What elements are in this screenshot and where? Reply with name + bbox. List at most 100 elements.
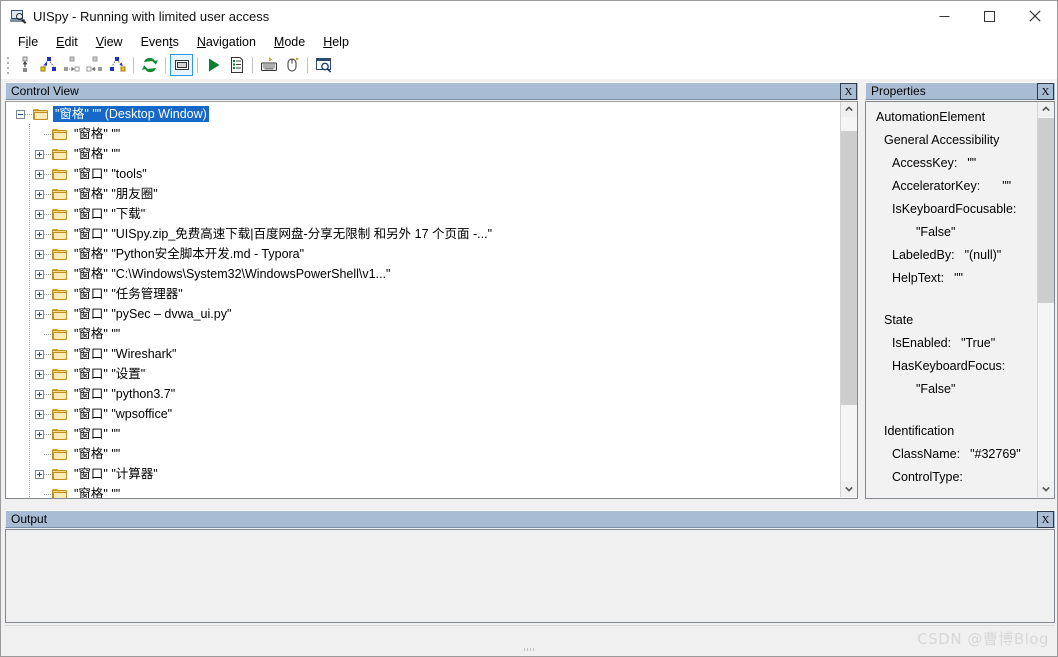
menu-mode[interactable]: Mode: [265, 34, 314, 50]
properties-vertical-scrollbar[interactable]: [1037, 102, 1054, 497]
toolbar-grip[interactable]: [5, 56, 12, 74]
expand-node-icon[interactable]: [35, 149, 44, 159]
expand-node-icon[interactable]: [35, 169, 44, 179]
property-value: "": [954, 270, 963, 285]
navigate-ancestor-button[interactable]: [37, 54, 60, 76]
expand-node-icon[interactable]: [35, 189, 44, 199]
properties-body[interactable]: AutomationElement General Accessibility Ac…: [865, 101, 1055, 499]
expand-node-icon[interactable]: [35, 409, 44, 419]
expand-node-icon[interactable]: [35, 289, 44, 299]
control-view-tree[interactable]: "窗格" "" (Desktop Window) "窗格" "" "窗格" "" "窗…: [5, 101, 858, 499]
tree-scroll-up-button[interactable]: [841, 102, 857, 117]
property-row[interactable]: ControlType:: [866, 465, 1036, 488]
property-row[interactable]: General Accessibility: [866, 128, 1036, 151]
tree-node[interactable]: "窗口" "": [6, 424, 841, 444]
tree-node[interactable]: "窗口" "计算器": [6, 464, 841, 484]
tree-node[interactable]: "窗格" "": [6, 484, 841, 498]
tree-node[interactable]: "窗口" "pySec – dvwa_ui.py": [6, 304, 841, 324]
navigate-previous-sibling-button[interactable]: [60, 54, 83, 76]
menu-edit[interactable]: Edit: [47, 34, 87, 50]
property-row[interactable]: HelpText: "": [866, 266, 1036, 289]
mouse-hover-tracking-button[interactable]: [280, 54, 303, 76]
properties-close-button[interactable]: X: [1037, 83, 1054, 100]
expand-node-icon[interactable]: [35, 429, 44, 439]
output-close-button[interactable]: X: [1037, 511, 1054, 528]
tree-node[interactable]: "窗口" "tools": [6, 164, 841, 184]
tree-node[interactable]: "窗口" "下载": [6, 204, 841, 224]
tree-node-label: "窗口" "": [74, 427, 121, 441]
select-parent-button[interactable]: [14, 54, 37, 76]
menu-view[interactable]: View: [87, 34, 132, 50]
tree-vertical-scrollbar[interactable]: [840, 102, 857, 497]
property-row[interactable]: State: [866, 308, 1036, 331]
property-row[interactable]: IsKeyboardFocusable:: [866, 197, 1036, 220]
tree-node[interactable]: "窗格" "": [6, 444, 841, 464]
properties-panel: Properties X AutomationElement General Ac…: [865, 82, 1055, 501]
property-row[interactable]: HasKeyboardFocus:: [866, 354, 1036, 377]
refresh-button[interactable]: [138, 54, 161, 76]
menu-navigation[interactable]: Navigation: [188, 34, 265, 50]
tree-guide-line: [29, 144, 30, 164]
maximize-button[interactable]: [967, 1, 1012, 31]
tree-node[interactable]: "窗口" "任务管理器": [6, 284, 841, 304]
property-row[interactable]: LabeledBy: "(null)": [866, 243, 1036, 266]
navigate-next-sibling-button[interactable]: [83, 54, 106, 76]
expand-node-icon[interactable]: [35, 349, 44, 359]
menu-events[interactable]: Events: [132, 34, 188, 50]
tree-node[interactable]: "窗口" "wpsoffice": [6, 404, 841, 424]
expand-node-icon[interactable]: [35, 209, 44, 219]
expand-node-icon[interactable]: [35, 389, 44, 399]
property-row[interactable]: "False": [866, 220, 1036, 243]
control-view-close-button[interactable]: X: [840, 83, 857, 100]
tree-node[interactable]: "窗格" "": [6, 124, 841, 144]
menu-file[interactable]: File: [9, 34, 47, 50]
properties-scroll-thumb[interactable]: [1038, 118, 1054, 303]
property-row[interactable]: ClassName: "#32769": [866, 442, 1036, 465]
properties-list-button[interactable]: [225, 54, 248, 76]
properties-scroll-down-button[interactable]: [1038, 481, 1054, 497]
find-element-button[interactable]: [312, 54, 335, 76]
tree-node-label: "窗格" "": [74, 327, 121, 341]
tree-node[interactable]: "窗口" "设置": [6, 364, 841, 384]
tree-node[interactable]: "窗格" "C:\Windows\System32\WindowsPowerSh…: [6, 264, 841, 284]
tree-node[interactable]: "窗口" "python3.7": [6, 384, 841, 404]
tree-node[interactable]: "窗格" "": [6, 324, 841, 344]
expand-node-icon[interactable]: [35, 249, 44, 259]
minimize-button[interactable]: [922, 1, 967, 31]
property-row[interactable]: IsEnabled: "True": [866, 331, 1036, 354]
tree-node[interactable]: "窗格" "朋友圈": [6, 184, 841, 204]
expand-node-icon[interactable]: [35, 369, 44, 379]
expand-node-icon[interactable]: [35, 469, 44, 479]
property-row[interactable]: AcceleratorKey: "": [866, 174, 1036, 197]
tree-guide-line: [29, 264, 30, 284]
tree-node[interactable]: "窗格" "" (Desktop Window): [6, 104, 841, 124]
tree-node[interactable]: "窗格" "Python安全脚本开发.md - Typora": [6, 244, 841, 264]
close-button[interactable]: [1012, 1, 1057, 31]
menu-help[interactable]: Help: [314, 34, 358, 50]
highlight-element-button[interactable]: [170, 54, 193, 76]
properties-scroll-up-button[interactable]: [1038, 102, 1054, 117]
property-value: "(null)": [964, 247, 1002, 262]
tree-node-label: "窗口" "Wireshark": [74, 347, 177, 361]
tree-scroll-thumb[interactable]: [841, 131, 857, 405]
tree-node[interactable]: "窗格" "": [6, 144, 841, 164]
expand-node-icon[interactable]: [35, 229, 44, 239]
collapse-node-icon[interactable]: [16, 109, 25, 119]
tree-connector: [44, 253, 52, 255]
expand-node-icon[interactable]: [35, 269, 44, 279]
property-row[interactable]: Identification: [866, 419, 1036, 442]
navigate-descendant-button[interactable]: [106, 54, 129, 76]
property-row[interactable]: AccessKey: "": [866, 151, 1036, 174]
tree-node[interactable]: "窗口" "UISpy.zip_免费高速下载|百度网盘-分享无限制 和另外 17…: [6, 224, 841, 244]
property-row[interactable]: "False": [866, 377, 1036, 400]
resize-grip[interactable]: [524, 648, 536, 651]
output-body[interactable]: [5, 529, 1055, 623]
run-button[interactable]: [202, 54, 225, 76]
expand-node-icon[interactable]: [35, 309, 44, 319]
tree-node[interactable]: "窗口" "Wireshark": [6, 344, 841, 364]
property-row[interactable]: AutomationElement: [866, 105, 1036, 128]
tree-scroll-down-button[interactable]: [841, 481, 857, 497]
keyboard-focus-tracking-button[interactable]: [257, 54, 280, 76]
